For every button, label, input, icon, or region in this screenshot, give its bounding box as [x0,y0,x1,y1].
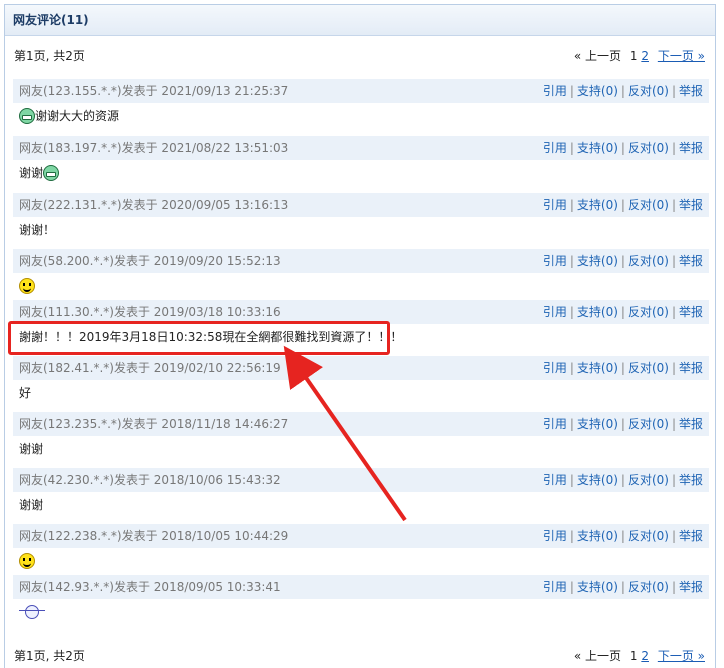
annotation-arrow [283,345,407,522]
